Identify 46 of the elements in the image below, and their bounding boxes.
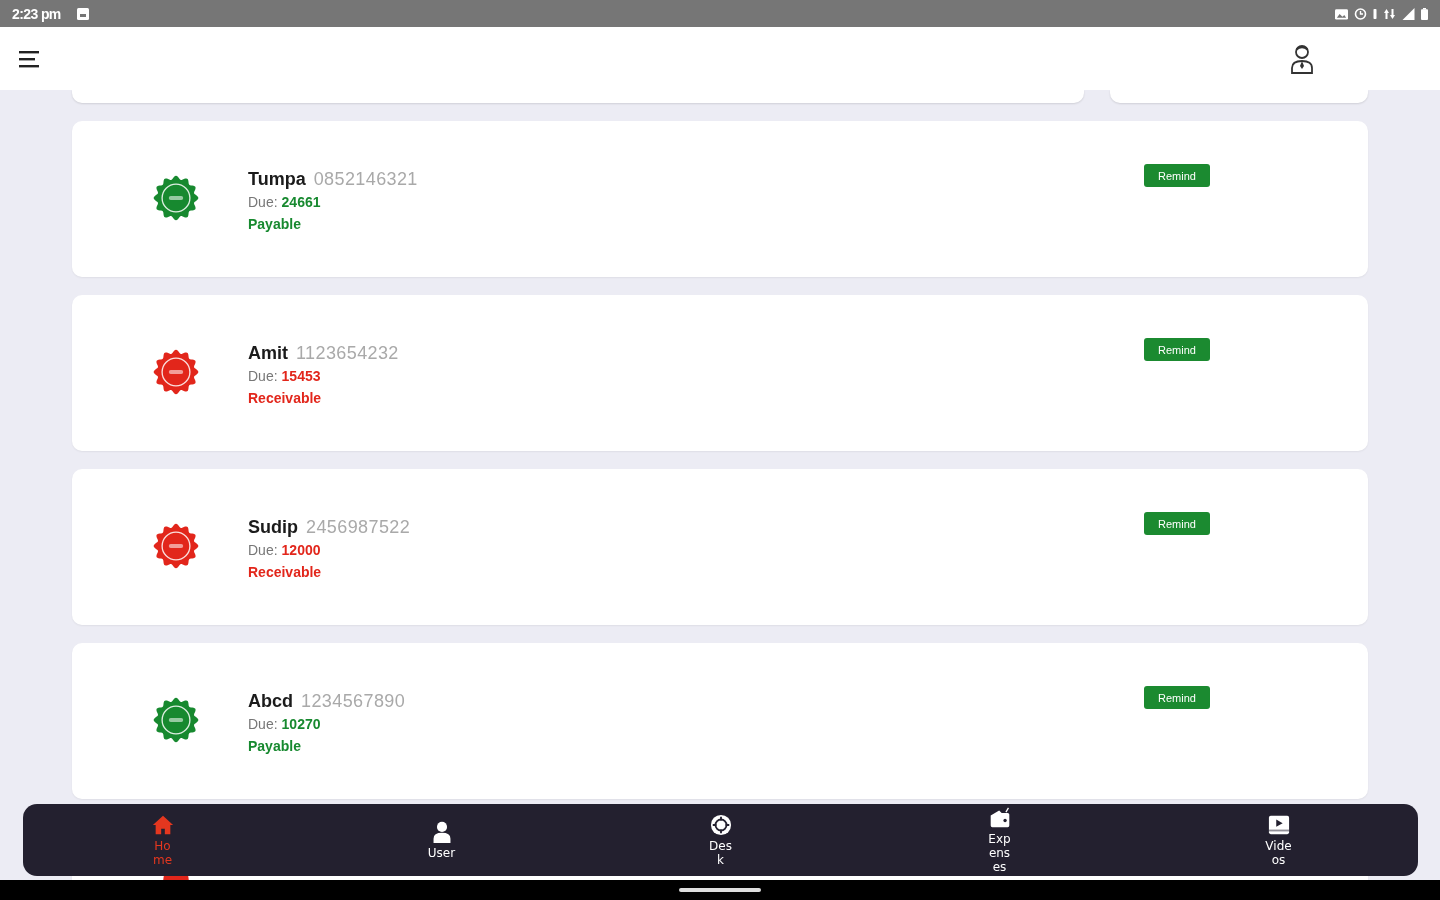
contact-name: Tumpa (248, 169, 306, 189)
due-label: Due: (248, 194, 278, 210)
signal-icon (1402, 7, 1415, 20)
photo-icon (1335, 7, 1348, 20)
seal-badge-icon (153, 523, 199, 569)
battery-icon (1421, 7, 1428, 20)
menu-icon[interactable] (19, 49, 39, 68)
status-label: Payable (248, 737, 301, 756)
nav-tab[interactable]: User (427, 804, 456, 876)
due-label: Due: (248, 368, 278, 384)
status-time: 2:23 pm (12, 5, 61, 22)
video-icon (1267, 813, 1290, 836)
seal-badge-icon (153, 697, 199, 743)
house-icon (151, 813, 174, 836)
nav-tab[interactable]: Expenses (985, 804, 1014, 876)
phone-number: 2456987522 (306, 517, 411, 537)
nav-tab[interactable]: Home (148, 804, 177, 876)
data-arrows-icon (1383, 7, 1396, 20)
phone-number: 1123654232 (296, 343, 399, 363)
account-icon[interactable] (1290, 43, 1314, 74)
due-amount: 10270 (281, 716, 321, 732)
contact-name: Amit (248, 343, 288, 363)
status-label: Receivable (248, 563, 322, 582)
due-amount: 24661 (281, 194, 321, 210)
phone-number: 0852146321 (313, 169, 418, 189)
remind-button[interactable]: Remind (1144, 686, 1210, 709)
phone-number: 1234567890 (301, 691, 406, 711)
due-amount: 12000 (281, 542, 321, 558)
status-label: Receivable (248, 389, 322, 408)
crosshair-icon (709, 813, 732, 836)
alarm-icon (1354, 7, 1367, 20)
due-amount: 15453 (281, 368, 321, 384)
contact-name: Abcd (248, 691, 293, 711)
status-label: Payable (248, 215, 301, 234)
notification-icon (76, 7, 89, 20)
remind-button[interactable]: Remind (1144, 338, 1210, 361)
nav-tab[interactable]: Desk (706, 804, 735, 876)
contact-name: Sudip (248, 517, 298, 537)
remind-button[interactable]: Remind (1144, 164, 1210, 187)
due-label: Due: (248, 542, 278, 558)
nav-tab[interactable]: Videos (1264, 804, 1293, 876)
seal-badge-icon (153, 175, 199, 221)
remind-button[interactable]: Remind (1144, 512, 1210, 535)
seal-badge-icon (153, 349, 199, 395)
due-label: Due: (248, 716, 278, 732)
vibrate-icon (1373, 7, 1377, 20)
